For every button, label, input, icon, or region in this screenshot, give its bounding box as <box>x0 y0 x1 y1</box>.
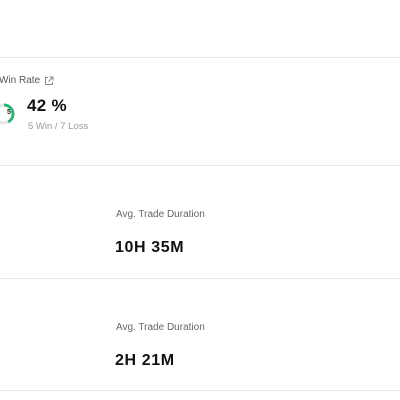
divider <box>0 165 400 166</box>
avg-trade-duration-label: Avg. Trade Duration <box>116 209 205 220</box>
divider <box>0 278 400 279</box>
dashboard-panel: Win Rate 5 42 % 5 Win / 7 Loss Avg. Trad… <box>0 0 400 400</box>
divider <box>0 57 400 58</box>
divider <box>0 390 400 391</box>
avg-trade-duration-value: 2H 21M <box>115 352 175 369</box>
win-rate-title: Win Rate <box>0 75 41 86</box>
gauge-count: 5 <box>7 109 11 116</box>
avg-trade-duration-label: Avg. Trade Duration <box>116 322 205 333</box>
win-loss-count: 5 Win / 7 Loss <box>28 121 89 132</box>
external-link-icon[interactable] <box>44 76 54 86</box>
win-rate-header: Win Rate <box>0 75 54 86</box>
win-rate-value: 42 % <box>27 96 67 115</box>
avg-trade-duration-value: 10H 35M <box>115 239 185 256</box>
